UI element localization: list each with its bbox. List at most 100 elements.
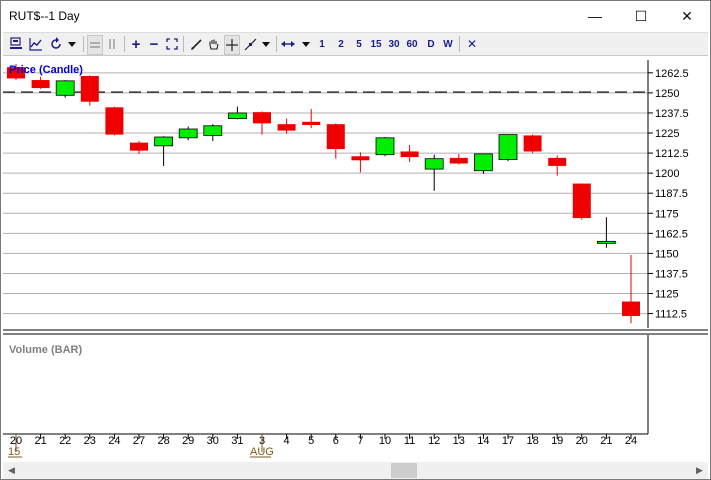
interval-15-button[interactable]: 15 bbox=[369, 35, 383, 53]
chart-style-button[interactable] bbox=[29, 35, 43, 53]
candle-body bbox=[424, 158, 444, 170]
candle bbox=[523, 134, 542, 154]
x-tick-label: 22 bbox=[59, 435, 71, 447]
chart-area: 1112.5 1125 1137.5 1150 1162.5 1175 1187.5 1200… bbox=[3, 56, 708, 461]
arrow-right-icon: ▶ bbox=[696, 465, 703, 475]
x-tick-label: 28 bbox=[157, 435, 169, 447]
pan-tool-button[interactable] bbox=[206, 35, 220, 53]
expand-icon bbox=[166, 38, 178, 50]
trendline-icon bbox=[244, 38, 256, 50]
x-tick-label: 21 bbox=[600, 435, 612, 447]
x-tick-label: 30 bbox=[207, 435, 219, 447]
candle-body bbox=[130, 142, 148, 151]
hand-icon bbox=[208, 39, 219, 50]
y-tick-label: 1187.5 bbox=[655, 188, 688, 200]
candle-body bbox=[400, 151, 419, 158]
candle-body bbox=[548, 157, 567, 166]
interval-30-button[interactable]: 30 bbox=[387, 35, 401, 53]
month-label: 15 bbox=[8, 446, 20, 458]
zoom-in-button[interactable]: + bbox=[129, 35, 143, 53]
crosshair-tool-button[interactable] bbox=[224, 35, 240, 55]
price-panel-label: Price (Candle) bbox=[9, 64, 83, 76]
chart-settings-button[interactable] bbox=[9, 35, 23, 53]
scroll-thumb[interactable] bbox=[391, 463, 417, 478]
plus-icon: + bbox=[131, 35, 141, 53]
y-tick-label: 1237.5 bbox=[655, 108, 689, 120]
horizontal-scrollbar[interactable]: ◀ ▶ bbox=[3, 462, 708, 479]
close-button[interactable]: ✕ bbox=[664, 1, 710, 31]
candle-body bbox=[375, 137, 395, 156]
scroll-tool-dropdown[interactable] bbox=[299, 35, 313, 53]
candle-body bbox=[154, 136, 174, 147]
horizontal-lines-icon bbox=[90, 42, 100, 48]
candle bbox=[473, 153, 493, 174]
trendline-dropdown[interactable] bbox=[259, 35, 273, 53]
chevron-down-icon bbox=[262, 42, 270, 47]
x-tick-label: 19 bbox=[551, 435, 563, 447]
candle-body bbox=[277, 124, 296, 131]
chevron-down-icon bbox=[68, 42, 76, 47]
x-tick-label: 29 bbox=[182, 435, 194, 447]
draw-tool-button[interactable] bbox=[189, 35, 203, 53]
price-volume-chart[interactable]: 1112.511251137.511501162.511751187.51200… bbox=[3, 56, 708, 461]
toolbar-separator bbox=[459, 36, 460, 52]
refresh-icon bbox=[51, 37, 61, 49]
candle-body bbox=[523, 135, 542, 152]
y-tick-label: 1150 bbox=[655, 248, 679, 260]
candle bbox=[498, 134, 518, 162]
minus-icon: − bbox=[149, 35, 159, 53]
arrow-left-icon: ◀ bbox=[8, 465, 15, 475]
chevron-down-icon bbox=[302, 42, 310, 47]
refresh-button[interactable] bbox=[49, 35, 63, 53]
x-tick-label: 4 bbox=[284, 435, 290, 447]
scroll-tool-button[interactable] bbox=[281, 35, 295, 53]
scroll-left-button[interactable]: ◀ bbox=[3, 462, 20, 479]
x-tick-label: 18 bbox=[526, 435, 538, 447]
minimize-button[interactable]: — bbox=[572, 1, 618, 31]
x-tick-label: 13 bbox=[453, 435, 465, 447]
refresh-dropdown[interactable] bbox=[65, 35, 79, 53]
y-tick-label: 1250 bbox=[655, 88, 679, 100]
candle bbox=[375, 137, 395, 157]
interval-weekly-button[interactable]: W bbox=[441, 35, 455, 53]
candle bbox=[55, 80, 75, 98]
candle-body bbox=[351, 156, 370, 161]
interval-daily-button[interactable]: D bbox=[424, 35, 438, 53]
x-tick-label: 21 bbox=[34, 435, 46, 447]
y-tick-label: 1112.5 bbox=[655, 309, 687, 321]
y-tick-label: 1225 bbox=[655, 128, 679, 140]
toolbar-separator bbox=[276, 36, 277, 52]
trendline-tool-button[interactable] bbox=[243, 35, 257, 53]
maximize-button[interactable]: ☐ bbox=[618, 1, 664, 31]
zoom-out-button[interactable]: − bbox=[147, 35, 161, 53]
chart-window: RUT$--1 Day — ☐ ✕ + − 1 2 5 15 30 60 D W… bbox=[0, 0, 711, 480]
candle-body bbox=[80, 76, 99, 102]
fit-to-window-button[interactable] bbox=[165, 35, 179, 53]
symbol-settings-icon bbox=[10, 37, 22, 49]
candle-body bbox=[302, 121, 321, 125]
interval-1-button[interactable]: 1 bbox=[315, 35, 329, 53]
candle-body bbox=[55, 80, 75, 96]
x-tick-label: 27 bbox=[133, 435, 145, 447]
y-tick-label: 1262.5 bbox=[655, 68, 689, 80]
candle bbox=[572, 183, 591, 220]
close-chart-button[interactable]: ✕ bbox=[465, 35, 479, 53]
toolbar-separator bbox=[183, 36, 184, 52]
y-tick-label: 1212.5 bbox=[655, 148, 689, 160]
interval-60-button[interactable]: 60 bbox=[405, 35, 419, 53]
vertical-layout-button[interactable] bbox=[105, 35, 119, 53]
candle-body bbox=[572, 183, 591, 219]
y-tick-label: 1175 bbox=[655, 208, 679, 220]
x-tick-label: 17 bbox=[502, 435, 514, 447]
close-icon: ✕ bbox=[466, 37, 478, 51]
minimize-icon: — bbox=[588, 8, 602, 24]
interval-2-button[interactable]: 2 bbox=[334, 35, 348, 53]
horizontal-layout-button[interactable] bbox=[87, 35, 103, 55]
scroll-right-button[interactable]: ▶ bbox=[691, 462, 708, 479]
chart-toolbar: + − 1 2 5 15 30 60 D W ✕ bbox=[3, 32, 708, 56]
toolbar-separator bbox=[83, 36, 84, 52]
x-tick-label: 14 bbox=[477, 435, 489, 447]
interval-5-button[interactable]: 5 bbox=[352, 35, 366, 53]
x-tick-label: 5 bbox=[308, 435, 314, 447]
maximize-icon: ☐ bbox=[634, 7, 648, 24]
